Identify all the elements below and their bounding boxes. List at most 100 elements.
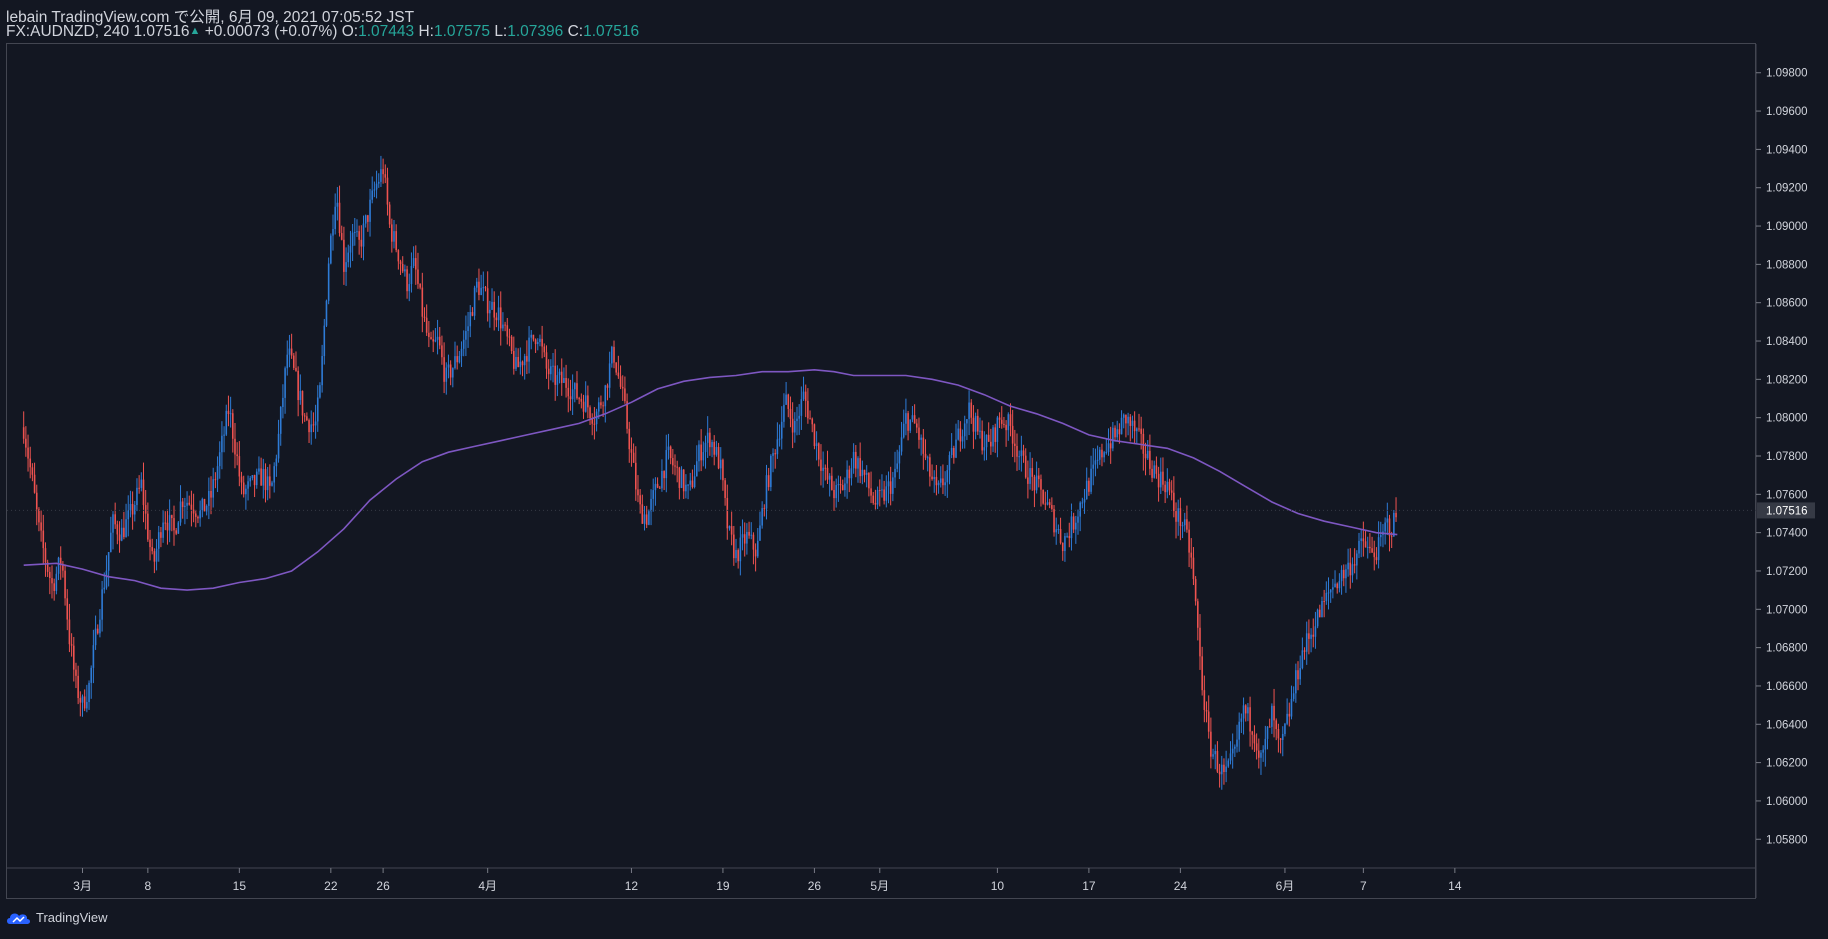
chart-footer: TradingView xyxy=(0,900,1828,939)
candlestick-chart[interactable]: 1.05800 1.06000 1.06200 1.06400 1.06600 1.068… xyxy=(0,0,1828,939)
candle-body xyxy=(831,475,833,490)
x-tick-label: 8 xyxy=(145,879,152,893)
candle-body xyxy=(587,395,589,408)
candle-body xyxy=(323,325,326,357)
last-price-label: 1.07516 xyxy=(1766,505,1808,517)
candle-body xyxy=(208,490,210,506)
candle-body xyxy=(1356,553,1358,566)
candle-body xyxy=(584,395,587,412)
candle-body xyxy=(547,368,550,375)
candle-body xyxy=(1364,541,1367,548)
candle-body xyxy=(502,324,504,329)
candle-body xyxy=(574,383,576,390)
candle-body xyxy=(739,537,742,562)
candle-body xyxy=(526,356,528,362)
candle-body xyxy=(1325,592,1328,602)
candle-body xyxy=(593,423,596,425)
candle-body xyxy=(480,287,482,295)
candle-body xyxy=(617,372,620,377)
candle-body xyxy=(990,441,992,447)
candle-body xyxy=(857,458,859,469)
candle-body xyxy=(645,514,648,525)
candle-body xyxy=(432,339,435,342)
candle-body xyxy=(1142,433,1145,454)
candle-body xyxy=(715,446,718,455)
y-tick-label: 1.05800 xyxy=(1766,834,1808,846)
candle-body xyxy=(728,526,731,529)
candle-body xyxy=(846,469,848,484)
candle-body xyxy=(380,169,382,182)
candle-body xyxy=(1240,718,1243,722)
candle-body xyxy=(789,408,792,419)
candle-body xyxy=(689,480,692,485)
candle-body xyxy=(72,645,75,670)
candle-body xyxy=(96,628,99,634)
candle-body xyxy=(1155,465,1158,474)
candle-body xyxy=(229,413,232,415)
candle-body xyxy=(1079,502,1081,517)
candle-body xyxy=(436,336,439,340)
candle-body xyxy=(1336,583,1339,589)
candle-body xyxy=(892,477,894,494)
candle-body xyxy=(765,475,768,509)
candle-body xyxy=(724,480,726,498)
candle-body xyxy=(976,415,979,432)
candle-body xyxy=(787,394,790,409)
candle-body xyxy=(1212,754,1214,757)
candle-body xyxy=(1323,600,1325,602)
candle-body xyxy=(303,415,306,417)
candle-body xyxy=(1223,764,1225,773)
candle-body xyxy=(42,530,45,549)
candle-body xyxy=(972,417,975,432)
candle-body xyxy=(88,682,90,703)
candle-body xyxy=(449,364,452,378)
candle-body xyxy=(1018,456,1020,458)
candle-body xyxy=(626,401,628,429)
candle-body xyxy=(107,552,110,571)
candle-body xyxy=(384,174,387,178)
candle-body xyxy=(127,510,130,520)
candle-body xyxy=(722,459,724,481)
candle-body xyxy=(33,474,36,493)
candle-body xyxy=(863,469,866,475)
candle-body xyxy=(539,338,541,343)
candle-body xyxy=(1314,626,1317,637)
candle-body xyxy=(1016,445,1018,457)
candle-body xyxy=(702,452,705,461)
candle-body xyxy=(998,417,1001,420)
x-tick-label: 5月 xyxy=(870,879,889,893)
candle-body xyxy=(556,375,559,385)
candle-body xyxy=(330,235,332,264)
y-tick-label: 1.09400 xyxy=(1766,144,1808,156)
candle-body xyxy=(44,548,47,563)
candle-body xyxy=(68,619,71,645)
candle-body xyxy=(1271,705,1273,727)
candle-body xyxy=(192,509,195,514)
candle-body xyxy=(253,475,256,486)
candle-body xyxy=(1138,428,1140,430)
candle-body xyxy=(382,169,384,175)
candle-body xyxy=(275,458,278,467)
x-tick-label: 15 xyxy=(233,879,247,893)
candle-body xyxy=(1297,670,1299,680)
candle-body xyxy=(1384,522,1386,532)
candle-body xyxy=(103,587,106,590)
candle-body xyxy=(27,447,29,459)
candle-body xyxy=(950,447,953,456)
candle-body xyxy=(1149,450,1151,469)
tradingview-logo[interactable]: TradingView xyxy=(6,910,108,925)
candle-body xyxy=(495,317,498,321)
candle-body xyxy=(878,490,881,492)
candle-body xyxy=(1268,726,1271,728)
candle-body xyxy=(672,458,674,466)
candle-body xyxy=(1238,721,1240,740)
candle-body xyxy=(654,483,657,491)
candle-body xyxy=(279,406,282,434)
candle-body xyxy=(872,495,875,504)
candle-body xyxy=(1220,764,1223,775)
candle-body xyxy=(1329,589,1332,593)
y-tick-label: 1.08800 xyxy=(1766,259,1808,271)
candle-body xyxy=(528,337,530,362)
x-tick-label: 7 xyxy=(1360,879,1367,893)
candle-body xyxy=(262,469,265,486)
